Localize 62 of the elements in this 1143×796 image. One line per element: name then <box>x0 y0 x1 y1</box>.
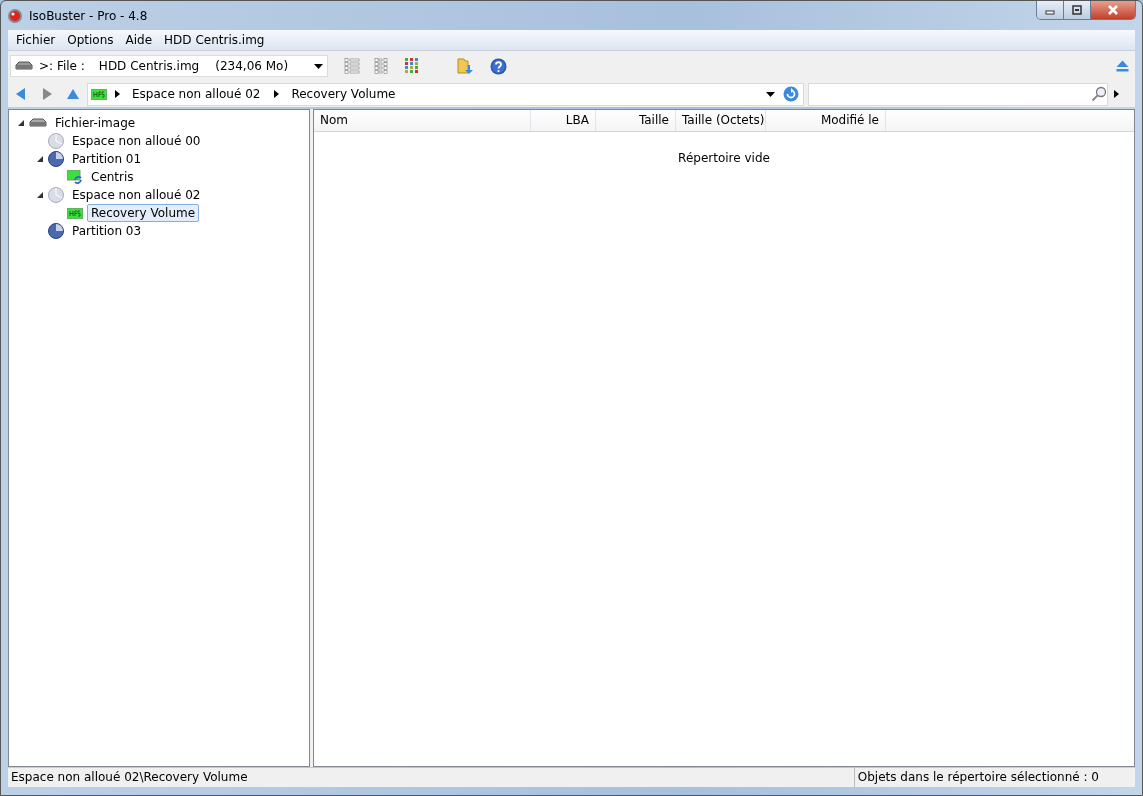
column-header[interactable]: Modifié le <box>766 110 886 131</box>
close-icon <box>1107 5 1119 15</box>
empty-message: Répertoire vide <box>678 151 770 165</box>
breadcrumb-item[interactable]: Recovery Volume <box>291 87 396 101</box>
menu-item[interactable]: Options <box>61 33 120 47</box>
column-header[interactable]: Nom <box>314 110 531 131</box>
list-view-icon[interactable] <box>344 58 360 74</box>
maximize-icon <box>1071 5 1083 15</box>
file-name: HDD Centris.img <box>98 59 200 73</box>
minimize-button[interactable] <box>1037 1 1064 19</box>
expanded-arrow-icon[interactable] <box>36 191 44 199</box>
expanded-arrow-icon[interactable] <box>17 119 25 127</box>
column-header[interactable]: LBA <box>531 110 596 131</box>
status-path: Espace non alloué 02\Recovery Volume <box>10 769 249 786</box>
expanded-arrow-icon[interactable] <box>36 155 44 163</box>
tree-item[interactable]: Espace non alloué 00 <box>68 132 205 150</box>
search-field[interactable] <box>808 82 1108 106</box>
tree-item[interactable]: Espace non alloué 02 <box>68 186 205 204</box>
column-header[interactable]: Taille (Octets) <box>676 110 766 131</box>
eject-icon[interactable] <box>1116 60 1129 72</box>
help-icon[interactable] <box>490 57 507 75</box>
pie-disk-icon <box>48 223 64 239</box>
tree-item[interactable]: Fichier-image <box>51 114 140 132</box>
menu-item[interactable]: Fichier <box>10 33 62 47</box>
file-size: (234,06 Mo) <box>215 59 289 73</box>
icon-grid-view-icon[interactable] <box>404 58 420 74</box>
status-count: Objets dans le répertoire sélectionné : 0 <box>853 768 1135 787</box>
menu-item[interactable]: HDD Centris.img <box>158 33 271 47</box>
tree-item[interactable]: Partition 03 <box>68 222 146 240</box>
volume-icon <box>91 88 107 100</box>
chevron-right-icon[interactable] <box>1114 90 1119 98</box>
chevron-right-icon <box>115 90 120 98</box>
details-view-icon[interactable] <box>374 58 390 74</box>
tree-item[interactable]: Recovery Volume <box>87 204 200 222</box>
forward-arrow-icon[interactable] <box>42 88 52 100</box>
volume-sync-icon <box>67 170 83 184</box>
app-logo-icon <box>7 7 23 24</box>
window-title: IsoBuster - Pro - 4.8 <box>29 8 149 23</box>
refresh-icon <box>783 86 799 102</box>
address-bar[interactable]: Espace non alloué 02 Recovery Volume <box>87 82 804 106</box>
maximize-button[interactable] <box>1064 1 1091 19</box>
search-icon <box>1091 86 1107 102</box>
back-arrow-icon[interactable] <box>16 88 26 100</box>
up-arrow-icon[interactable] <box>67 89 79 99</box>
file-dropdown[interactable]: >: File : HDD Centris.img (234,06 Mo) <box>10 55 328 77</box>
pie-disk-icon <box>48 133 64 149</box>
volume-icon <box>67 207 83 219</box>
menu-item[interactable]: Aide <box>119 33 159 47</box>
hard-drive-icon <box>15 61 33 71</box>
caret-down-icon <box>314 63 323 69</box>
close-button[interactable] <box>1091 1 1135 19</box>
column-header[interactable]: Taille <box>596 110 676 131</box>
breadcrumb-item[interactable]: Espace non alloué 02 <box>132 87 261 101</box>
file-prefix: >: File : <box>39 59 85 73</box>
chevron-right-icon <box>274 90 280 98</box>
tree-item[interactable]: Partition 01 <box>68 150 146 168</box>
tree-item[interactable]: Centris <box>87 168 138 186</box>
folder-download-icon[interactable] <box>456 57 474 75</box>
pie-disk-icon <box>48 151 64 167</box>
pie-disk-icon <box>48 187 64 203</box>
caret-down-icon <box>766 91 775 97</box>
hard-drive-icon <box>29 118 47 128</box>
